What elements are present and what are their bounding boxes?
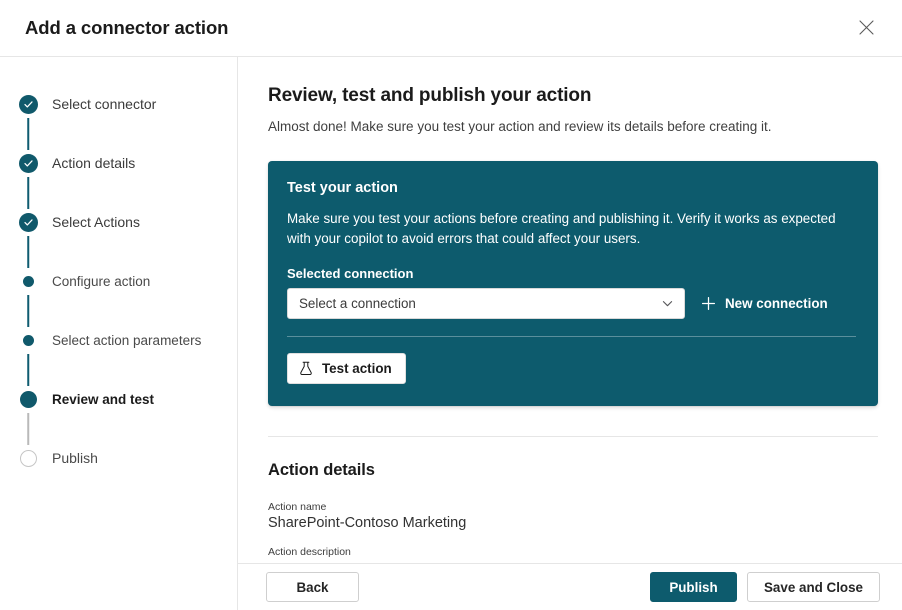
sidebar-item-publish[interactable]: Publish — [0, 443, 237, 473]
step-label: Action details — [52, 155, 135, 171]
test-action-label: Test action — [322, 361, 392, 376]
step-marker-dot — [16, 269, 40, 293]
step-marker-dot — [16, 328, 40, 352]
sidebar-item-select-connector[interactable]: Select connector — [0, 89, 237, 119]
check-icon — [19, 213, 38, 232]
step-marker-current — [16, 387, 40, 411]
publish-button[interactable]: Publish — [650, 572, 737, 602]
step-marker-done — [16, 210, 40, 234]
new-connection-label: New connection — [725, 296, 828, 311]
sidebar-item-review-and-test[interactable]: Review and test — [0, 384, 237, 414]
step-label: Select Actions — [52, 214, 140, 230]
step-marker-done — [16, 151, 40, 175]
step-label: Configure action — [52, 274, 150, 289]
dialog-header: Add a connector action — [0, 0, 902, 56]
connection-row: Select a connection — [287, 288, 856, 319]
sidebar-item-action-details[interactable]: Action details — [0, 148, 237, 178]
new-connection-button[interactable]: New connection — [701, 296, 828, 311]
test-your-action-card: Test your action Make sure you test your… — [268, 161, 878, 406]
step-label: Select action parameters — [52, 333, 201, 348]
action-description-label: Action description — [268, 546, 878, 558]
connection-select[interactable]: Select a connection — [287, 288, 685, 319]
current-step-dot-icon — [20, 391, 37, 408]
wizard-stepper-sidebar: Select connector Action details — [0, 57, 238, 610]
action-name-label: Action name — [268, 501, 878, 513]
stepper-list: Select connector Action details — [0, 89, 237, 473]
connection-select-value: Select a connection — [299, 296, 661, 311]
dialog-footer: Back Publish Save and Close — [238, 563, 902, 610]
page-title: Add a connector action — [25, 17, 228, 39]
main-heading: Review, test and publish your action — [268, 85, 878, 107]
dot-icon — [23, 276, 34, 287]
beaker-icon — [299, 361, 313, 376]
empty-circle-icon — [20, 450, 37, 467]
footer-actions: Publish Save and Close — [650, 572, 880, 602]
sidebar-item-select-actions[interactable]: Select Actions — [0, 207, 237, 237]
back-button[interactable]: Back — [266, 572, 359, 602]
selected-connection-label: Selected connection — [287, 266, 856, 281]
sidebar-item-select-action-parameters[interactable]: Select action parameters — [0, 325, 237, 355]
main-content: Review, test and publish your action Alm… — [238, 57, 902, 610]
plus-icon — [701, 296, 716, 311]
check-icon — [19, 95, 38, 114]
add-connector-action-dialog: Add a connector action S — [0, 0, 902, 610]
test-card-title: Test your action — [287, 180, 856, 196]
check-icon — [19, 154, 38, 173]
chevron-down-icon — [661, 297, 674, 310]
step-label: Review and test — [52, 392, 154, 407]
step-marker-done — [16, 92, 40, 116]
dot-icon — [23, 335, 34, 346]
sidebar-item-configure-action[interactable]: Configure action — [0, 266, 237, 296]
test-action-button[interactable]: Test action — [287, 353, 406, 384]
step-label: Publish — [52, 450, 98, 466]
test-card-body: Make sure you test your actions before c… — [287, 209, 847, 248]
close-icon[interactable] — [848, 10, 884, 44]
main-subheading: Almost done! Make sure you test your act… — [268, 119, 878, 134]
action-details-heading: Action details — [268, 461, 878, 480]
section-divider — [268, 436, 878, 437]
step-label: Select connector — [52, 96, 156, 112]
action-name-value: SharePoint-Contoso Marketing — [268, 515, 878, 531]
save-and-close-button[interactable]: Save and Close — [747, 572, 880, 602]
step-marker-empty — [16, 446, 40, 470]
action-name-block: Action name SharePoint-Contoso Marketing — [268, 501, 878, 531]
card-divider — [287, 336, 856, 337]
action-description-block: Action description — [268, 546, 878, 558]
dialog-body: Select connector Action details — [0, 56, 902, 610]
